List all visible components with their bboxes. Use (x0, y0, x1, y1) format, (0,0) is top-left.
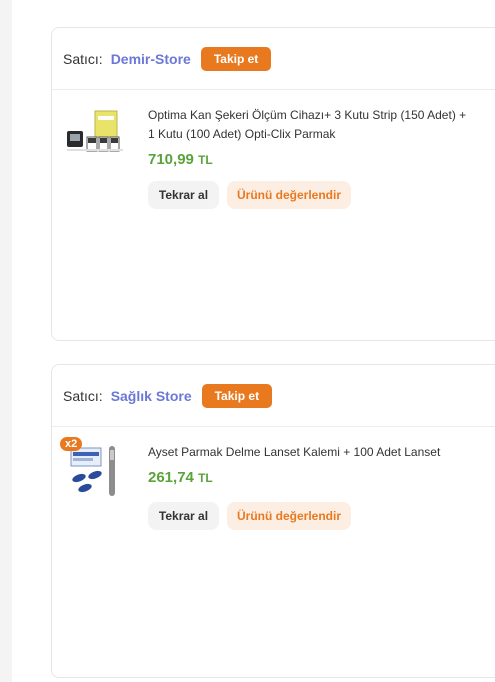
review-product-button[interactable]: Ürünü değerlendir (227, 502, 351, 530)
price-value: 261,74 (148, 469, 194, 486)
buy-again-button[interactable]: Tekrar al (148, 181, 219, 209)
product-image[interactable]: x2 (60, 437, 125, 502)
product-price: 710,99 TL (148, 151, 213, 168)
buy-again-button[interactable]: Tekrar al (148, 502, 219, 530)
lancet-kit-image (70, 446, 115, 496)
order-card-saglik-store: Satıcı: Sağlık Store Takip et x2 Ayset P… (51, 364, 495, 678)
seller-name-link[interactable]: Sağlık Store (111, 388, 192, 404)
product-row: Optima Kan Şekeri Ölçüm Cihazı+ 3 Kutu S… (52, 90, 495, 326)
quantity-badge: x2 (60, 437, 83, 451)
review-product-button[interactable]: Ürünü değerlendir (227, 181, 351, 209)
price-currency: TL (198, 471, 213, 485)
product-price: 261,74 TL (148, 469, 213, 486)
order-card-demir-store: Satıcı: Demir-Store Takip et Optima Kan … (51, 27, 495, 341)
page-left-margin (0, 0, 12, 682)
seller-header: Satıcı: Demir-Store Takip et (52, 28, 495, 90)
follow-button[interactable]: Takip et (201, 383, 273, 408)
seller-label: Satıcı: (63, 387, 103, 404)
price-value: 710,99 (148, 151, 194, 168)
seller-header: Satıcı: Sağlık Store Takip et (52, 365, 495, 427)
seller-name-link[interactable]: Demir-Store (111, 51, 191, 67)
price-currency: TL (198, 153, 213, 167)
follow-button[interactable]: Takip et (200, 46, 272, 71)
seller-label: Satıcı: (63, 50, 103, 67)
product-row: x2 Ayset Parmak Delme Lanset Kalemi + 10… (52, 427, 495, 663)
product-title[interactable]: Optima Kan Şekeri Ölçüm Cihazı+ 3 Kutu S… (148, 106, 473, 144)
product-title[interactable]: Ayset Parmak Delme Lanset Kalemi + 100 A… (148, 443, 473, 462)
glucose-kit-image (67, 110, 123, 152)
product-image[interactable] (65, 105, 125, 165)
